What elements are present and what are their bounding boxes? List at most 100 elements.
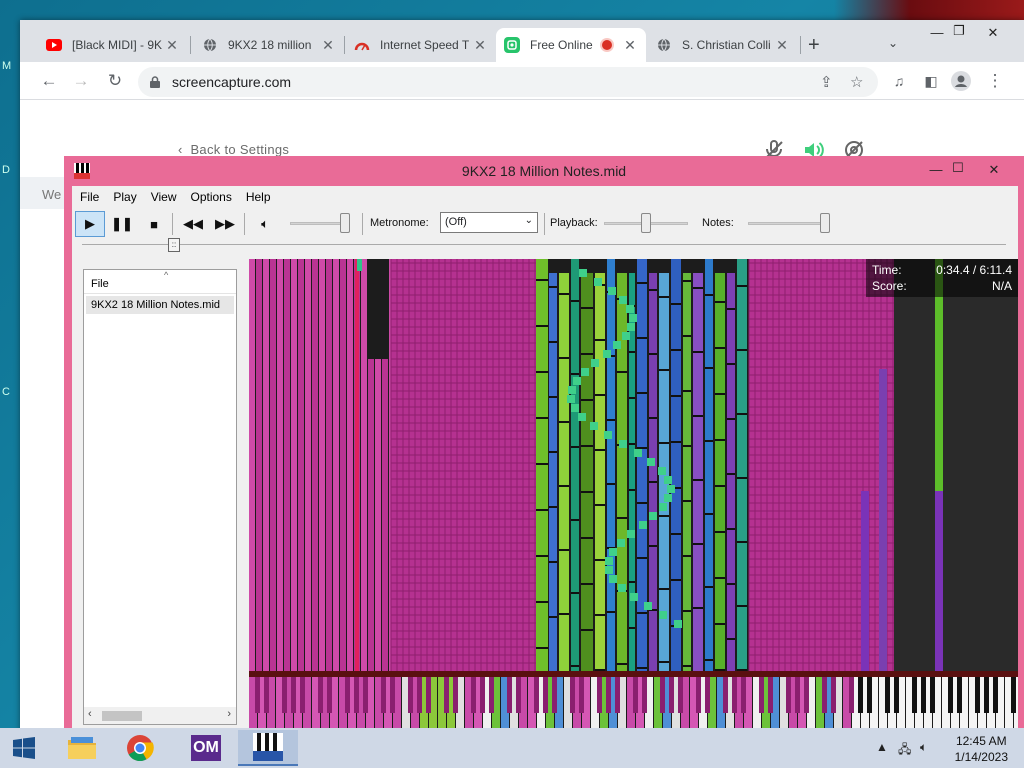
back-arrow-icon[interactable]: ← <box>36 68 62 94</box>
notes-slider[interactable] <box>748 222 828 225</box>
pause-button[interactable]: ❚❚ <box>107 211 137 237</box>
scroll-left-icon[interactable]: ‹ <box>88 708 92 720</box>
chrome-button[interactable] <box>110 730 170 766</box>
piano-black-key <box>795 677 800 713</box>
note-blip <box>659 611 667 619</box>
note-gap <box>737 285 747 287</box>
volume-icon[interactable]: 🔈︎ <box>920 740 927 755</box>
note-lane <box>559 273 569 671</box>
scrollbar-thumb[interactable] <box>102 711 142 721</box>
playback-slider-thumb[interactable] <box>641 213 651 233</box>
browser-toolbar: ← → ↻ screencapture.com ⇪ ☆ ♫ ◧ ⋮ <box>20 62 1024 100</box>
piano-black-key <box>669 677 674 713</box>
note-lane <box>705 259 713 671</box>
maximize-button[interactable]: ☐ <box>938 156 978 180</box>
back-to-settings-link[interactable]: ‹ Back to Settings <box>178 142 289 157</box>
close-tab-icon[interactable]: ✕ <box>622 37 638 54</box>
metronome-label: Metronome: <box>370 217 429 229</box>
note-gap <box>727 473 735 475</box>
file-column-header[interactable]: File ^ <box>84 270 236 294</box>
note-gap <box>571 300 579 302</box>
note-gap <box>595 669 605 671</box>
falling-notes-canvas <box>249 259 1018 736</box>
note-lane <box>935 491 943 671</box>
note-blip <box>622 332 630 340</box>
system-clock[interactable]: 12:45 AM 1/14/2023 <box>955 733 1008 765</box>
close-tab-icon[interactable]: ✕ <box>472 37 488 54</box>
tab-search-icon[interactable]: ⌄ <box>888 36 898 50</box>
show-hidden-icons-icon[interactable]: ▲ <box>876 740 888 754</box>
bookmark-star-icon[interactable]: ☆ <box>850 73 863 91</box>
notes-slider-thumb[interactable] <box>820 213 830 233</box>
play-button[interactable]: ▶ <box>75 211 105 237</box>
tab-label: Internet Speed T <box>380 38 470 52</box>
note-gap <box>607 611 615 613</box>
piano-black-key <box>741 677 746 713</box>
menu-help[interactable]: Help <box>246 190 271 204</box>
tab-speed-test[interactable]: Internet Speed T ✕ <box>346 28 496 62</box>
seek-track[interactable] <box>82 244 1006 245</box>
fast-forward-button[interactable]: ▶▶ <box>210 211 240 237</box>
note-gap <box>737 349 747 351</box>
menu-play[interactable]: Play <box>113 190 136 204</box>
note-gap <box>629 627 635 629</box>
note-gap <box>536 463 548 465</box>
note-gap <box>649 417 657 419</box>
menu-file[interactable]: File <box>80 190 99 204</box>
volume-slider-thumb[interactable] <box>340 213 350 233</box>
note-bar <box>263 259 269 671</box>
file-explorer-button[interactable] <box>52 730 112 766</box>
tab-black-midi[interactable]: [Black MIDI] - 9K ✕ <box>38 28 188 62</box>
tab-9kx2[interactable]: 9KX2 18 million ✕ <box>194 28 344 62</box>
start-button[interactable] <box>0 730 48 766</box>
note-gap <box>715 669 725 671</box>
close-window-button[interactable]: ✕ <box>970 20 1016 50</box>
tab-christian-college[interactable]: S. Christian Colli ✕ <box>648 28 798 62</box>
close-window-button[interactable]: ✕ <box>974 158 1014 182</box>
address-bar[interactable]: screencapture.com ⇪ ☆ <box>138 67 878 97</box>
seek-thumb[interactable]: :: <box>168 238 180 252</box>
piano-black-key <box>471 677 476 713</box>
close-tab-icon[interactable]: ✕ <box>774 37 790 54</box>
menu-kebab-icon[interactable]: ⋮ <box>982 68 1008 94</box>
note-gap <box>536 325 548 327</box>
menu-options[interactable]: Options <box>190 190 231 204</box>
horizontal-scrollbar[interactable]: ‹ › <box>84 707 236 724</box>
close-tab-icon[interactable]: ✕ <box>320 37 336 54</box>
window-titlebar: 9KX2 18 Million Notes.mid — ☐ ✕ <box>64 156 1024 186</box>
rewind-button[interactable]: ◀◀ <box>178 211 208 237</box>
forward-arrow-icon[interactable]: → <box>68 68 94 94</box>
score-value: N/A <box>991 279 1012 293</box>
menu-view[interactable]: View <box>151 190 177 204</box>
side-panel-icon[interactable]: ◧ <box>918 68 944 94</box>
close-tab-icon[interactable]: ✕ <box>164 37 180 54</box>
note-gap <box>559 421 569 423</box>
note-gap <box>693 351 703 353</box>
stop-button[interactable]: ■ <box>139 211 169 237</box>
note-gap <box>617 663 627 665</box>
metronome-select[interactable]: (Off) ⌄ <box>440 212 538 233</box>
network-icon[interactable]: 🖧︎ <box>898 740 911 761</box>
note-blip <box>568 386 576 394</box>
omnimidi-button[interactable]: OM <box>176 730 236 766</box>
tab-free-online[interactable]: Free Online ✕ <box>496 28 646 62</box>
piano-black-key <box>831 677 836 713</box>
media-control-icon[interactable]: ♫ <box>886 68 912 94</box>
note-blip <box>609 548 617 556</box>
share-icon[interactable]: ⇪ <box>820 73 833 91</box>
note-gap <box>715 393 725 395</box>
list-item[interactable]: 9KX2 18 Million Notes.mid <box>86 296 234 314</box>
note-gap <box>705 294 713 296</box>
note-blip <box>571 404 579 412</box>
tab-label: 9KX2 18 million <box>228 38 312 52</box>
reload-icon[interactable]: ↻ <box>102 68 128 94</box>
scroll-right-icon[interactable]: › <box>227 708 231 720</box>
note-blip <box>617 539 625 547</box>
piano-black-key <box>804 677 809 713</box>
note-bar <box>312 259 318 671</box>
piano-from-above-button[interactable] <box>238 730 298 766</box>
note-gap <box>581 445 593 447</box>
volume-speaker-icon[interactable]: 🔈︎ <box>250 211 280 237</box>
profile-avatar-icon[interactable] <box>948 68 974 94</box>
new-tab-button[interactable]: + <box>808 34 820 57</box>
